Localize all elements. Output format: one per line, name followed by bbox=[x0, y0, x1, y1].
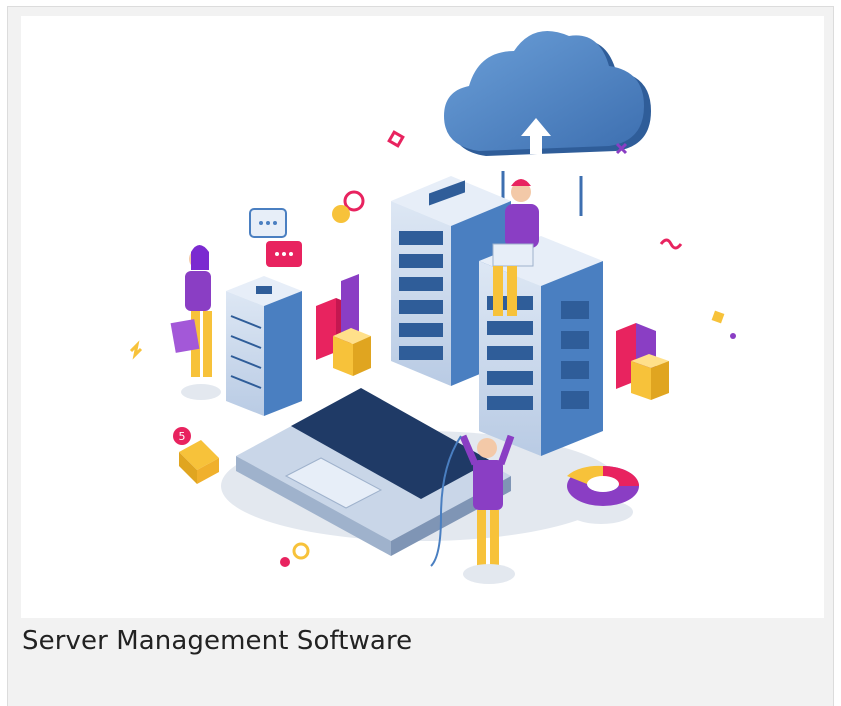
illustration-image: 5 bbox=[21, 16, 824, 618]
chat-bubble-icon bbox=[249, 208, 302, 267]
product-card[interactable]: 5 Server Management Software bbox=[7, 6, 834, 706]
mail-badge: 5 bbox=[179, 430, 186, 443]
card-caption[interactable]: Server Management Software bbox=[22, 626, 412, 656]
server-rack-small bbox=[226, 276, 302, 416]
pie-chart-icon bbox=[567, 465, 639, 506]
mail-icon: 5 bbox=[173, 427, 219, 484]
bar-chart-icon-right bbox=[616, 323, 669, 400]
bar-chart-icon bbox=[316, 274, 371, 376]
person-with-tablet bbox=[170, 245, 212, 377]
